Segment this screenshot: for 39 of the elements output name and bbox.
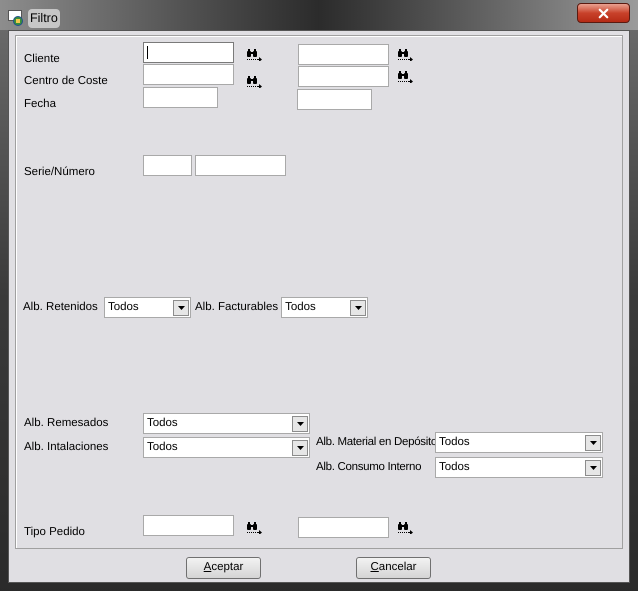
text-field[interactable] [195, 155, 286, 176]
binoculars-icon[interactable] [397, 49, 414, 61]
binoculars-icon[interactable] [397, 71, 414, 83]
dialog-button[interactable]: Cancelar [356, 557, 431, 579]
field-label: Tipo Pedido [24, 525, 86, 540]
text-field[interactable] [298, 44, 389, 65]
text-field[interactable] [143, 155, 192, 176]
dropdown[interactable]: Todos [435, 432, 603, 453]
text-cursor [147, 46, 148, 59]
close-button[interactable] [577, 3, 630, 23]
dropdown[interactable]: Todos [143, 437, 310, 458]
binoculars-icon[interactable] [246, 49, 263, 61]
field-label: Centro de Coste [24, 74, 109, 89]
dropdown[interactable]: Todos [104, 297, 191, 318]
field-label: Serie/Número [24, 165, 96, 180]
field-label: Alb. Consumo Interno [316, 460, 422, 475]
field-label: Alb. Remesados [24, 416, 110, 431]
app-icon [8, 10, 24, 26]
binoculars-icon[interactable] [246, 76, 263, 88]
text-field[interactable] [298, 66, 389, 87]
window-title: Filtro [28, 9, 60, 28]
binoculars-icon[interactable] [397, 522, 414, 534]
text-field[interactable] [297, 89, 372, 110]
binoculars-icon[interactable] [246, 522, 263, 534]
field-label: Alb. Intalaciones [24, 440, 110, 455]
field-label: Alb. Facturables [195, 300, 278, 315]
dialog-button[interactable]: Aceptar [186, 557, 261, 579]
dropdown[interactable]: Todos [435, 457, 603, 478]
text-field[interactable] [143, 64, 234, 85]
text-field[interactable] [298, 517, 389, 538]
close-icon [596, 6, 611, 20]
field-label: Fecha [24, 97, 57, 112]
text-field[interactable] [143, 42, 234, 63]
field-label: Alb. Retenidos [23, 300, 99, 315]
dropdown[interactable]: Todos [281, 297, 368, 318]
field-label: Cliente [24, 52, 61, 67]
dropdown[interactable]: Todos [143, 413, 310, 434]
text-field[interactable] [143, 515, 234, 536]
text-field[interactable] [143, 87, 218, 108]
